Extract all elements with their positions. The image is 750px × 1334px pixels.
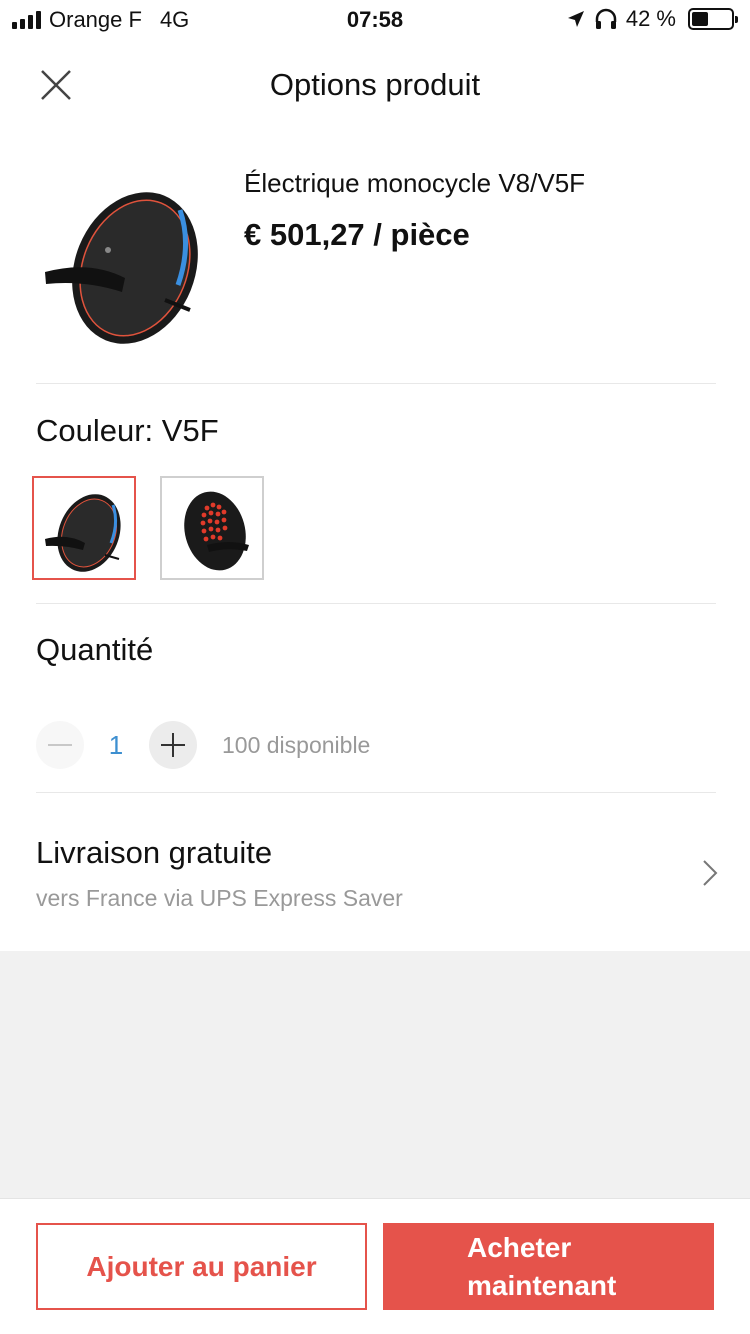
- headphones-icon: [595, 8, 617, 29]
- color-swatch-v5f[interactable]: [32, 476, 136, 580]
- bottom-action-bar: Ajouter au panier Acheter maintenant: [0, 1198, 750, 1334]
- color-swatch-v8[interactable]: [160, 476, 264, 580]
- buy-now-button[interactable]: Acheter maintenant: [383, 1223, 714, 1310]
- empty-area: [0, 951, 750, 1198]
- quantity-value[interactable]: 1: [100, 730, 132, 761]
- divider: [36, 603, 716, 604]
- quantity-increase-button[interactable]: [149, 721, 197, 769]
- divider: [36, 792, 716, 793]
- divider: [36, 383, 716, 384]
- quantity-available: 100 disponible: [222, 732, 371, 758]
- battery-fill: [692, 12, 708, 26]
- color-label: Couleur: V5F: [36, 413, 219, 448]
- product-price: € 501,27 / pièce: [244, 217, 470, 252]
- status-right: 42 %: [566, 6, 738, 32]
- add-to-cart-button[interactable]: Ajouter au panier: [36, 1223, 367, 1310]
- swatch-image-v5f: [45, 494, 121, 572]
- quantity-label: Quantité: [36, 632, 154, 667]
- product-name: Électrique monocycle V8/V5F: [244, 168, 586, 198]
- shipping-title: Livraison gratuite: [36, 835, 273, 870]
- product-image: [40, 160, 210, 350]
- shipping-subtitle: vers France via UPS Express Saver: [36, 885, 403, 911]
- quantity-decrease-button[interactable]: [36, 721, 84, 769]
- location-arrow-icon: [567, 11, 584, 27]
- shipping-option[interactable]: Livraison gratuite vers France via UPS E…: [0, 820, 750, 940]
- chevron-right-icon: [703, 860, 718, 886]
- minus-icon: [48, 744, 72, 746]
- plus-icon: [161, 733, 185, 757]
- page-title: Options produit: [269, 67, 481, 102]
- status-bar: Orange F 4G 07:58 42 %: [0, 0, 750, 40]
- header: Options produit: [0, 55, 750, 115]
- swatch-image-v8: [184, 491, 249, 571]
- battery-percent: 42 %: [625, 6, 676, 31]
- battery-icon: [688, 8, 738, 30]
